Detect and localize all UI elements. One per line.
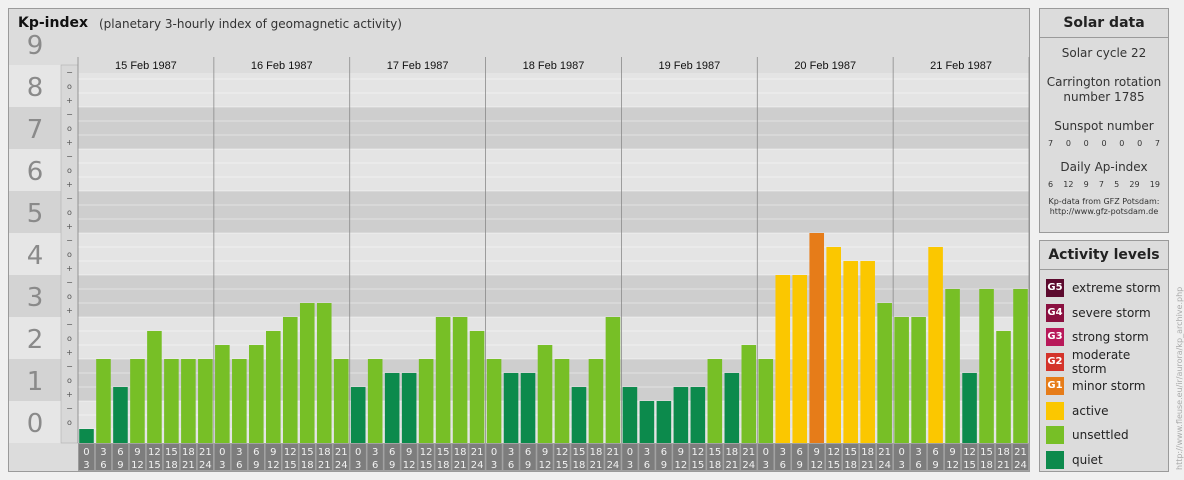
legend-unsettled: unsettled — [1040, 423, 1168, 448]
solar-data-title: Solar data — [1040, 9, 1168, 38]
ap-label: Daily Ap-index — [1060, 160, 1148, 174]
carrington-line-1: Carrington rotation — [1046, 75, 1162, 89]
active-swatch — [1046, 401, 1064, 420]
activity-levels-title: Activity levels — [1040, 241, 1168, 270]
legend-label: strong storm — [1072, 330, 1149, 345]
ap-value: 5 — [1114, 180, 1120, 189]
g5-badge: G5 — [1046, 279, 1064, 298]
sunspot-value: 0 — [1101, 139, 1107, 148]
legend-quiet: quiet — [1040, 448, 1168, 473]
chart-title: Kp-index — [18, 15, 88, 31]
legend-label: minor storm — [1072, 379, 1146, 394]
chart-panel — [8, 8, 1030, 472]
ap-values: 6 12 9 7 5 29 19 — [1040, 180, 1168, 189]
legend-g2: G2 moderate storm — [1040, 347, 1168, 376]
legend-label: unsettled — [1072, 428, 1129, 443]
ap-value: 9 — [1083, 180, 1089, 189]
sunspot-value: 7 — [1048, 139, 1054, 148]
sunspot-value: 0 — [1065, 139, 1071, 148]
chart-header: Kp-index (planetary 3-hourly index of ge… — [8, 8, 1030, 36]
activity-legend: G5 extreme storm G4 severe storm G3 strong … — [1040, 270, 1168, 472]
sunspot-value: 0 — [1083, 139, 1089, 148]
ap-value: 7 — [1098, 180, 1104, 189]
sunspot-values: 7 0 0 0 0 0 7 — [1040, 139, 1168, 148]
sunspot-label: Sunspot number — [1054, 119, 1154, 133]
legend-label: extreme storm — [1072, 281, 1161, 296]
sunspot-value: 7 — [1154, 139, 1160, 148]
ap-value: 19 — [1149, 180, 1160, 189]
quiet-swatch — [1046, 450, 1064, 469]
legend-g4: G4 severe storm — [1040, 301, 1168, 326]
ap-value: 12 — [1063, 180, 1074, 189]
carrington-line-2: number 1785 — [1063, 90, 1145, 104]
chart-subtitle: (planetary 3-hourly index of geomagnetic… — [99, 17, 402, 31]
legend-label: moderate storm — [1071, 347, 1131, 376]
sunspot-value: 0 — [1137, 139, 1143, 148]
sunspot-value: 0 — [1119, 139, 1125, 148]
solar-cycle: Solar cycle 22 — [1061, 46, 1147, 60]
legend-g5: G5 extreme storm — [1040, 276, 1168, 301]
legend-g1: G1 minor storm — [1040, 374, 1168, 399]
legend-label: severe storm — [1072, 305, 1151, 320]
g2-badge: G2 — [1046, 352, 1064, 371]
legend-active: active — [1040, 399, 1168, 424]
legend-label: active — [1072, 403, 1109, 418]
activity-levels-panel: Activity levels G5 extreme storm G4 severe… — [1039, 240, 1169, 472]
g3-badge: G3 — [1046, 328, 1064, 347]
legend-label: quiet — [1072, 452, 1103, 467]
solar-data-panel: Solar data Solar cycle 22 Carrington rot… — [1039, 8, 1169, 233]
watermark: http://www.fleuse.eu/ir/aurora/kp_archiv… — [1175, 286, 1184, 470]
source-link[interactable]: http://www.gfz-potsdam.de — [1040, 207, 1168, 217]
ap-value: 6 — [1048, 180, 1054, 189]
g4-badge: G4 — [1046, 303, 1064, 322]
source-line-1: Kp-data from GFZ Potsdam: — [1048, 197, 1160, 206]
legend-g3: G3 strong storm — [1040, 325, 1168, 350]
unsettled-swatch — [1046, 426, 1064, 445]
ap-value: 29 — [1129, 180, 1140, 189]
g1-badge: G1 — [1046, 377, 1064, 396]
